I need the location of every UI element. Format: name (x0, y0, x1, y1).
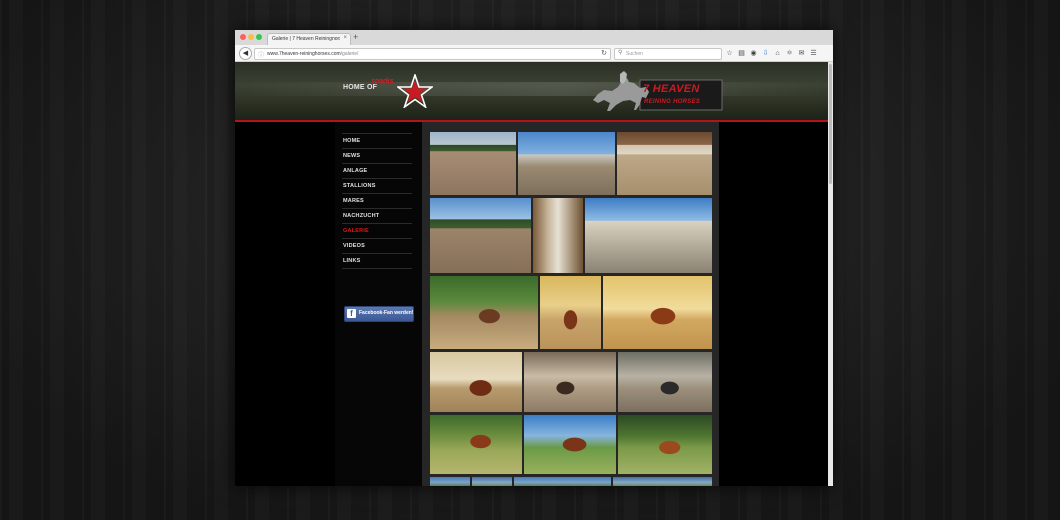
tab-title: Galerie | 7 Heaven Reiningnors… (272, 36, 340, 42)
gallery-photo-rider-3[interactable] (603, 276, 712, 349)
gallery-photo-partial-3[interactable] (514, 477, 611, 486)
facebook-fan-label: Facebook-Fan werden! (359, 310, 414, 316)
info-icon[interactable]: ⓘ (258, 50, 264, 59)
minimize-window-button[interactable] (248, 34, 254, 40)
navigation-bar: ◀ ⓘ www.7heaven-reininghorses.com/galeri… (235, 45, 833, 62)
pocket-icon[interactable]: ◉ (749, 49, 758, 58)
gallery-photo-partial-4[interactable] (613, 477, 712, 486)
home-of-label: HOME OF (343, 84, 378, 91)
scrollbar-thumb[interactable] (829, 64, 832, 184)
maximize-window-button[interactable] (256, 34, 262, 40)
brand-name-line1: 7 HEAVEN (643, 83, 700, 95)
gallery-photo-partial-1[interactable] (430, 477, 470, 486)
site-header: HOME OF sparks 7 HEAVEN REINING HORSES (235, 62, 828, 120)
menu-icon[interactable]: ☰ (809, 49, 818, 58)
gallery-photo-arena[interactable] (430, 132, 516, 195)
new-tab-button[interactable]: + (353, 33, 358, 42)
star-logo-icon (397, 74, 433, 108)
page-viewport: HOME OF sparks 7 HEAVEN REINING HORSES H… (235, 62, 833, 486)
toolbar-icons: ☆ ▤ ◉ ⇩ ⌂ ⚛ ✉ ☰ (725, 49, 818, 58)
search-field[interactable]: ⚲ Suchen (614, 48, 722, 60)
chat-icon[interactable]: ✉ (797, 49, 806, 58)
gallery-photo-rider-5[interactable] (524, 352, 616, 412)
search-icon: ⚲ (618, 50, 623, 56)
gallery-photo-rider-4[interactable] (430, 352, 522, 412)
facebook-icon: f (347, 309, 356, 318)
star-icon[interactable]: ☆ (725, 49, 734, 58)
menu-item-videos[interactable]: VIDEOS (342, 238, 412, 253)
facebook-fan-button[interactable]: f Facebook-Fan werden! (344, 306, 414, 322)
gallery-photo-paddock[interactable] (585, 198, 712, 273)
close-window-button[interactable] (240, 34, 246, 40)
main-menu: HOME NEWS ANLAGE STALLIONS MARES NACHZUC… (342, 133, 412, 269)
menu-item-mares[interactable]: MARES (342, 193, 412, 208)
url-domain: www.7heaven-reininghorses.com (267, 51, 341, 57)
gallery-photo-partial-2[interactable] (472, 477, 512, 486)
brand-name-line2: REINING HORSES (644, 99, 701, 105)
sparks-logo-text: sparks (371, 78, 394, 85)
menu-item-anlage[interactable]: ANLAGE (342, 163, 412, 178)
menu-item-news[interactable]: NEWS (342, 148, 412, 163)
menu-item-nachzucht[interactable]: NACHZUCHT (342, 208, 412, 223)
download-icon[interactable]: ⇩ (761, 49, 770, 58)
gallery-photo-horse-field-1[interactable] (430, 415, 522, 474)
reload-icon[interactable]: ↻ (601, 49, 607, 57)
gallery-photo-stable[interactable] (518, 132, 615, 195)
menu-item-stallions[interactable]: STALLIONS (342, 178, 412, 193)
home-icon[interactable]: ⌂ (773, 49, 782, 58)
back-button[interactable]: ◀ (239, 47, 252, 60)
gallery-photo-horse-field-2[interactable] (524, 415, 616, 474)
url-path: /galerie/ (340, 51, 359, 57)
gallery-photo-indoor-arena[interactable] (617, 132, 712, 195)
page-scrollbar[interactable] (828, 62, 833, 486)
menu-item-links[interactable]: LINKS (342, 253, 412, 269)
sync-icon[interactable]: ⚛ (785, 49, 794, 58)
gallery-photo-stable-hall[interactable] (533, 198, 583, 273)
tab-close-icon[interactable]: × (343, 35, 347, 41)
gallery-photo-rider-6[interactable] (618, 352, 712, 412)
search-placeholder: Suchen (626, 51, 643, 57)
address-bar[interactable]: ⓘ www.7heaven-reininghorses.com/galerie/… (254, 48, 611, 60)
url-text: www.7heaven-reininghorses.com/galerie/ (267, 51, 358, 57)
browser-window: Galerie | 7 Heaven Reiningnors… × + ◀ ⓘ … (235, 30, 833, 486)
header-shine (235, 82, 828, 96)
tab-bar: Galerie | 7 Heaven Reiningnors… × + (235, 30, 833, 46)
clipboard-icon[interactable]: ▤ (737, 49, 746, 58)
menu-item-home[interactable]: HOME (342, 133, 412, 148)
gallery-photo-horse-field-3[interactable] (618, 415, 712, 474)
gallery-photo-rider-1[interactable] (430, 276, 538, 349)
gallery-photo-outdoor-arena[interactable] (430, 198, 531, 273)
menu-item-galerie[interactable]: GALERIE (342, 223, 412, 238)
gallery-photo-rider-2[interactable] (540, 276, 601, 349)
photo-gallery (422, 122, 719, 486)
